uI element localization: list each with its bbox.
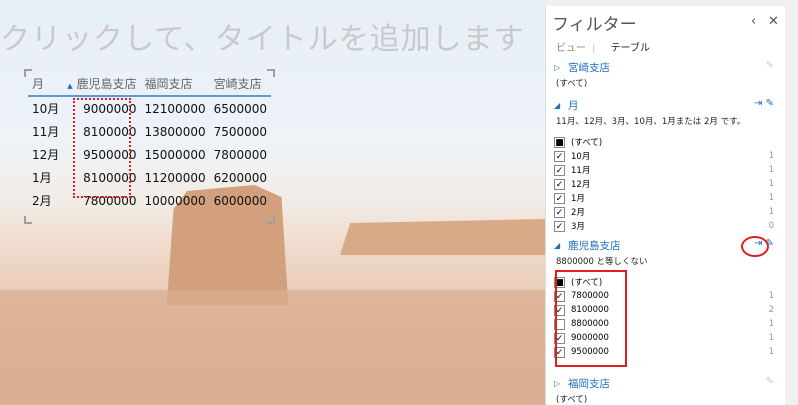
table-cell[interactable]: 12月 xyxy=(28,143,63,166)
item-count: 1 xyxy=(768,151,774,161)
checkbox[interactable]: ✓ xyxy=(554,150,565,162)
table-row[interactable]: 10月 9000000 12100000 6500000 xyxy=(28,96,271,120)
data-table[interactable]: 月 ▲ 鹿児島支店 福岡支店 宮崎支店 10月 9000000 12100000 65… xyxy=(24,69,276,224)
header-kagoshima[interactable]: ▲ 鹿児島支店 xyxy=(63,72,141,97)
checkbox[interactable]: ✓ xyxy=(554,164,565,176)
filter-item[interactable]: ✓ 12月 1 xyxy=(554,177,782,191)
advanced-filter-icon[interactable]: ⇥ xyxy=(754,98,762,109)
table-cell[interactable]: 13800000 xyxy=(141,120,210,143)
filter-summary: (すべて) xyxy=(556,79,588,89)
filter-item[interactable]: ✓ 2月 1 xyxy=(554,205,782,219)
filter-summary: (すべて) xyxy=(556,395,588,405)
table-cell[interactable]: 10000000 xyxy=(141,189,210,212)
filter-summary: 11月、12月、3月、10月、1月または 2月 です。 xyxy=(556,117,746,127)
header-month[interactable]: 月 xyxy=(28,72,64,97)
collapse-pane-button[interactable]: ‹ xyxy=(751,14,756,29)
table-cell[interactable]: 1月 xyxy=(28,166,63,189)
checkbox[interactable]: ✓ xyxy=(554,178,565,190)
pane-tabs: ビュー | テーブル xyxy=(556,43,650,54)
item-count: 1 xyxy=(768,179,774,189)
filter-section-header[interactable]: ▷ 宮崎支店 xyxy=(554,60,782,75)
item-count: 1 xyxy=(768,291,774,301)
filter-section: ◢ 月 ⇥ ✎ 11月、12月、3月、10月、1月または 2月 です。 ■ (すべて) ✓ 1… xyxy=(554,98,782,233)
clear-filter-icon[interactable]: ✎ xyxy=(766,98,774,109)
tab-table[interactable]: テーブル xyxy=(611,43,650,54)
item-count: 0 xyxy=(768,221,774,231)
collapsed-triangle-icon[interactable]: ▷ xyxy=(554,63,568,72)
pane-title: フィルター xyxy=(552,15,637,35)
highlight-red-circle xyxy=(741,236,769,257)
checkbox[interactable]: ■ xyxy=(554,136,565,148)
header-miyazaki[interactable]: 宮崎支店 xyxy=(209,72,272,97)
checkbox[interactable]: ✓ xyxy=(554,206,565,218)
table-cell[interactable]: 7800000 xyxy=(210,143,271,166)
table-row[interactable]: 11月 8100000 13800000 7500000 xyxy=(28,120,271,143)
item-count: 2 xyxy=(768,305,774,315)
table-cell[interactable]: 11月 xyxy=(28,120,63,143)
table-cell[interactable]: 15000000 xyxy=(141,143,210,166)
filter-item[interactable]: ✓ 10月 1 xyxy=(554,149,782,163)
item-count: 1 xyxy=(768,207,774,217)
filter-item[interactable]: ■ (すべて) xyxy=(554,135,782,149)
close-pane-button[interactable]: ✕ xyxy=(768,14,779,29)
highlight-red-box xyxy=(555,270,627,367)
title-placeholder[interactable]: クリックして、タイトルを追加します xyxy=(0,14,525,58)
tab-view[interactable]: ビュー xyxy=(556,43,586,54)
item-count: 1 xyxy=(768,165,774,175)
filter-item[interactable]: ✓ 3月 0 xyxy=(554,219,782,233)
highlight-dotted-box xyxy=(73,98,131,198)
filter-item[interactable]: ✓ 1月 1 xyxy=(554,191,782,205)
checkbox[interactable]: ✓ xyxy=(554,220,565,232)
table-row[interactable]: 1月 8100000 11200000 6200000 xyxy=(28,166,271,189)
table-cell[interactable]: 7500000 xyxy=(210,120,271,143)
table-row[interactable]: 2月 7800000 10000000 6000000 xyxy=(28,189,271,212)
item-count: 1 xyxy=(768,333,774,343)
expanded-triangle-icon[interactable]: ◢ xyxy=(554,101,568,110)
table-cell[interactable]: 11200000 xyxy=(141,166,210,189)
table-cell[interactable]: 10月 xyxy=(28,96,63,120)
table-cell[interactable]: 6500000 xyxy=(210,96,271,120)
clear-filter-icon[interactable]: ✎ xyxy=(766,376,774,387)
table-cell[interactable]: 12100000 xyxy=(141,96,210,120)
sort-ascending-icon: ▲ xyxy=(67,82,73,90)
clear-filter-icon[interactable]: ✎ xyxy=(766,60,774,71)
table-row[interactable]: 12月 9500000 15000000 7800000 xyxy=(28,143,271,166)
table-cell[interactable]: 6200000 xyxy=(210,166,271,189)
filter-section-header[interactable]: ◢ 月 xyxy=(554,98,782,113)
filter-section: ▷ 福岡支店 ✎ (すべて) xyxy=(554,376,782,405)
checkbox[interactable]: ✓ xyxy=(554,192,565,204)
background-ground xyxy=(0,290,545,405)
filter-section-header[interactable]: ▷ 福岡支店 xyxy=(554,376,782,391)
filter-section: ▷ 宮崎支店 ✎ (すべて) xyxy=(554,60,782,89)
expanded-triangle-icon[interactable]: ◢ xyxy=(554,241,568,250)
collapsed-triangle-icon[interactable]: ▷ xyxy=(554,379,568,388)
table-cell[interactable]: 2月 xyxy=(28,189,63,212)
filter-item[interactable]: ✓ 11月 1 xyxy=(554,163,782,177)
slide-canvas: クリックして、タイトルを追加します 月 ▲ 鹿児島支店 福岡支店 宮崎支店 10… xyxy=(0,0,545,405)
item-count: 1 xyxy=(768,319,774,329)
filter-summary: 8800000 と等しくない xyxy=(556,257,648,267)
item-count: 1 xyxy=(768,347,774,357)
header-fukuoka[interactable]: 福岡支店 xyxy=(140,72,210,97)
table-cell[interactable]: 6000000 xyxy=(210,189,271,212)
item-count: 1 xyxy=(768,193,774,203)
background-plateau xyxy=(340,219,545,255)
